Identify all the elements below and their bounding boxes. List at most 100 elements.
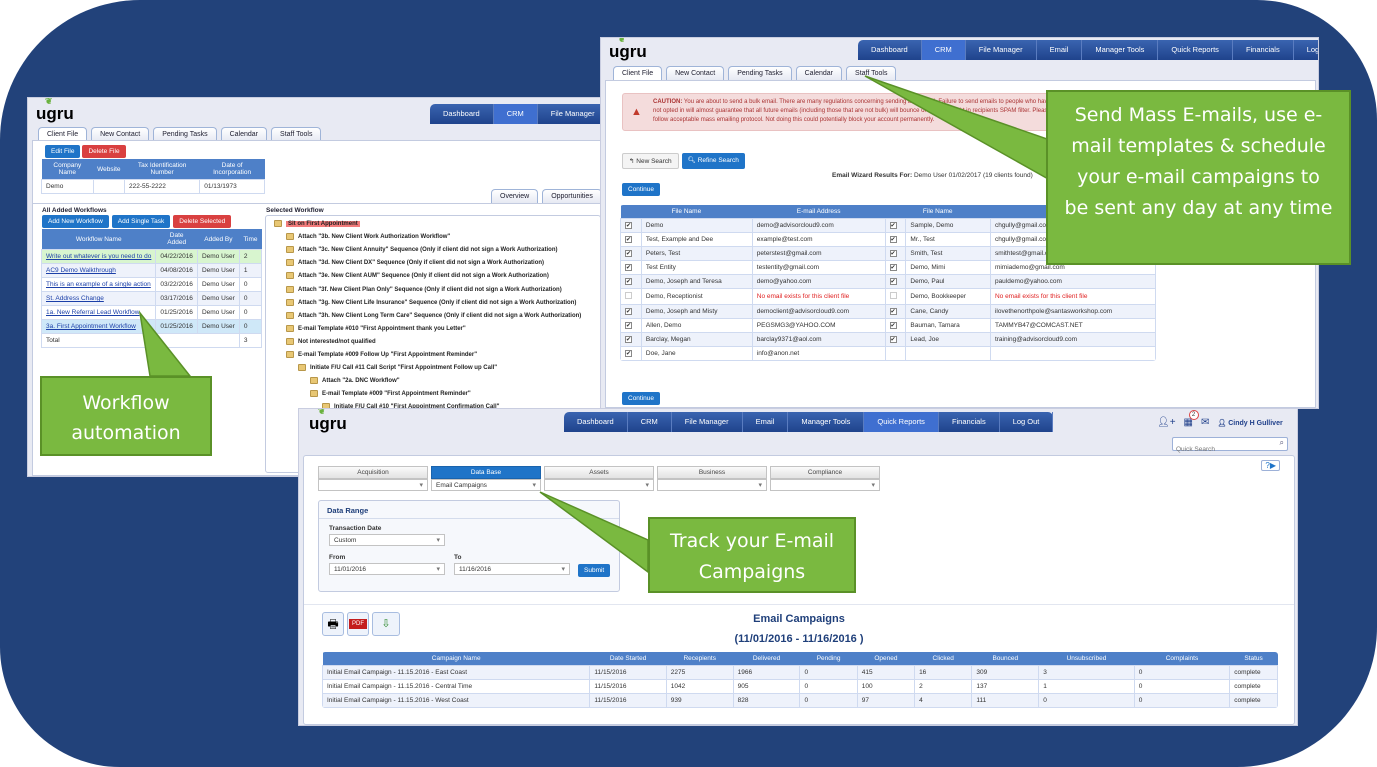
nav-crm[interactable]: CRM <box>628 412 672 432</box>
workflow-link[interactable]: Write out whatever is you need to do <box>46 253 151 260</box>
tab-staff-tools[interactable]: Staff Tools <box>271 127 322 141</box>
search-icon[interactable]: ⌕ <box>1280 438 1284 448</box>
delete-selected-button[interactable]: Delete Selected <box>173 215 232 228</box>
category-tab[interactable]: Assets <box>544 466 654 479</box>
recipient-checkbox[interactable]: ✔ <box>625 236 632 243</box>
tree-node[interactable]: E-mail Template #009 "First Appointment … <box>310 390 471 397</box>
workflow-row[interactable]: 1a. New Referral Lead Workflow 01/25/2016… <box>40 305 263 320</box>
category-tab[interactable]: Business <box>657 466 767 479</box>
recipient-checkbox[interactable]: ✔ <box>889 322 897 329</box>
user-menu[interactable]: 👤︎ Cindy H Gulliver <box>1217 419 1282 427</box>
workflow-row[interactable]: 3a. First Appointment Workflow 01/25/2016… <box>40 319 263 334</box>
category-tab[interactable]: Data Base <box>431 466 541 479</box>
campaign-row[interactable]: Initial Email Campaign - 11.15.2016 - Ce… <box>322 679 1278 694</box>
category-select[interactable] <box>657 479 767 491</box>
add-contact-icon[interactable]: 👤︎+ <box>1157 417 1176 428</box>
nav-manager-tools[interactable]: Manager Tools <box>1082 40 1159 60</box>
tree-node[interactable]: Sit on First Appointment <box>274 220 360 228</box>
nav-file-manager[interactable]: File Manager <box>966 40 1037 60</box>
nav-manager-tools[interactable]: Manager Tools <box>788 412 865 432</box>
recipient-checkbox[interactable]: ✔ <box>625 322 632 329</box>
nav-quick-reports[interactable]: Quick Reports <box>864 412 939 432</box>
workflow-link[interactable]: 3a. First Appointment Workflow <box>46 323 136 330</box>
nav-crm[interactable]: CRM <box>493 104 538 124</box>
nav-dashboard[interactable]: Dashboard <box>430 104 494 124</box>
nav-log-out[interactable]: Log Out <box>1294 40 1318 60</box>
recipient-checkbox[interactable]: ✔ <box>625 336 632 343</box>
tab-client-file[interactable]: Client File <box>613 66 663 80</box>
workflow-link[interactable]: AC9 Demo Walkthrough <box>46 267 116 274</box>
campaign-row[interactable]: Initial Email Campaign - 11.15.2016 - We… <box>322 693 1278 708</box>
edit-file-button[interactable]: Edit File <box>45 145 81 158</box>
nav-dashboard[interactable]: Dashboard <box>858 40 922 60</box>
recipient-checkbox[interactable]: ✔ <box>889 222 897 229</box>
tab-calendar[interactable]: Calendar <box>795 66 843 80</box>
tab-calendar[interactable]: Calendar <box>220 127 268 141</box>
category-select[interactable]: Email Campaigns <box>431 479 541 491</box>
add-new-workflow-button[interactable]: Add New Workflow <box>42 215 109 228</box>
category-select[interactable] <box>318 479 428 491</box>
recipient-checkbox[interactable]: ✔ <box>625 350 632 357</box>
delete-file-button[interactable]: Delete File <box>82 145 126 158</box>
subtab-overview[interactable]: Overview <box>491 189 539 203</box>
tab-staff-tools[interactable]: Staff Tools <box>846 66 897 80</box>
submit-button[interactable]: Submit <box>578 564 611 577</box>
recipient-checkbox[interactable]: ✔ <box>889 236 897 243</box>
quick-search-input[interactable] <box>1173 443 1269 456</box>
help-button[interactable]: ?▶ <box>1261 460 1280 471</box>
tab-client-file[interactable]: Client File <box>38 127 88 141</box>
nav-dashboard[interactable]: Dashboard <box>564 412 628 432</box>
workflow-link[interactable]: St. Address Change <box>46 295 104 302</box>
workflow-link[interactable]: 1a. New Referral Lead Workflow <box>46 309 139 316</box>
mail-icon[interactable]: ✉ <box>1201 417 1209 428</box>
nav-log-out[interactable]: Log Out <box>1000 412 1054 432</box>
recipient-checkbox[interactable]: ✔ <box>625 250 632 257</box>
nav-email[interactable]: Email <box>1037 40 1083 60</box>
category-tab[interactable]: Compliance <box>770 466 880 479</box>
recipient-checkbox[interactable]: ✔ <box>889 250 897 257</box>
recipient-checkbox[interactable]: ✔ <box>889 336 897 343</box>
nav-file-manager[interactable]: File Manager <box>538 104 606 124</box>
recipient-checkbox[interactable]: ✔ <box>625 278 632 285</box>
tree-node[interactable]: Attach "3f. New Client Plan Only" Sequen… <box>286 285 562 293</box>
tree-node[interactable]: Attach "3e. New Client AUM" Sequence (On… <box>286 272 549 279</box>
tree-node[interactable]: E-mail Template #009 Follow Up "First Ap… <box>286 351 477 358</box>
nav-email[interactable]: Email <box>743 412 789 432</box>
from-date-input[interactable]: 11/01/2016 <box>329 563 445 575</box>
continue-button-bottom[interactable]: Continue <box>622 392 661 405</box>
recipient-checkbox[interactable]: ✔ <box>625 222 632 229</box>
workflow-link[interactable]: This is an example of a single action <box>46 281 151 288</box>
tree-node[interactable]: Attach "3g. New Client Life Insurance" S… <box>286 298 576 306</box>
nav-file-manager[interactable]: File Manager <box>672 412 743 432</box>
tree-node[interactable]: Attach "3b. New Client Work Authorizatio… <box>286 233 450 240</box>
category-select[interactable] <box>770 479 880 491</box>
tree-node[interactable]: Attach "3h. New Client Long Term Care" S… <box>286 311 581 319</box>
tree-node[interactable]: E-mail Template #010 "First Appointment … <box>286 324 466 332</box>
calendar-icon[interactable]: ▦ 2 <box>1184 410 1199 428</box>
to-date-input[interactable]: 11/16/2016 <box>454 563 570 575</box>
recipient-checkbox[interactable]: ✔ <box>889 308 897 315</box>
category-tab[interactable]: Acquisition <box>318 466 428 479</box>
workflow-row[interactable]: AC9 Demo Walkthrough 04/08/2016 Demo User 1 <box>40 263 263 278</box>
recipient-checkbox[interactable]: ✔ <box>889 278 897 285</box>
transaction-date-select[interactable]: Custom <box>329 534 445 546</box>
nav-financials[interactable]: Financials <box>1233 40 1294 60</box>
new-search-button[interactable]: ↰ New Search <box>622 153 679 169</box>
category-select[interactable] <box>544 479 654 491</box>
tree-node[interactable]: Initiate F/U Call #11 Call Script "First… <box>298 364 497 371</box>
tree-node[interactable]: Attach "3c. New Client Annuity" Sequence… <box>286 246 558 253</box>
refine-search-button[interactable]: 🔍︎ Refine Search <box>681 153 745 169</box>
workflow-row[interactable]: Write out whatever is you need to do 04/2… <box>40 249 263 264</box>
tab-pending-tasks[interactable]: Pending Tasks <box>728 66 792 80</box>
workflow-row[interactable]: St. Address Change 03/17/2016 Demo User 0 <box>40 291 263 306</box>
nav-financials[interactable]: Financials <box>939 412 1000 432</box>
subtab-opportunities[interactable]: Opportunities <box>542 189 602 203</box>
quick-search[interactable]: ⌕ <box>1172 437 1288 456</box>
tree-node[interactable]: Attach "2a. DNC Workflow" <box>310 377 400 384</box>
nav-quick-reports[interactable]: Quick Reports <box>1158 40 1233 60</box>
campaign-row[interactable]: Initial Email Campaign - 11.15.2016 - Ea… <box>322 665 1278 680</box>
recipient-checkbox[interactable] <box>625 292 632 299</box>
recipient-checkbox[interactable]: ✔ <box>625 264 632 271</box>
add-single-task-button[interactable]: Add Single Task <box>111 215 171 228</box>
tab-new-contact[interactable]: New Contact <box>91 127 150 141</box>
